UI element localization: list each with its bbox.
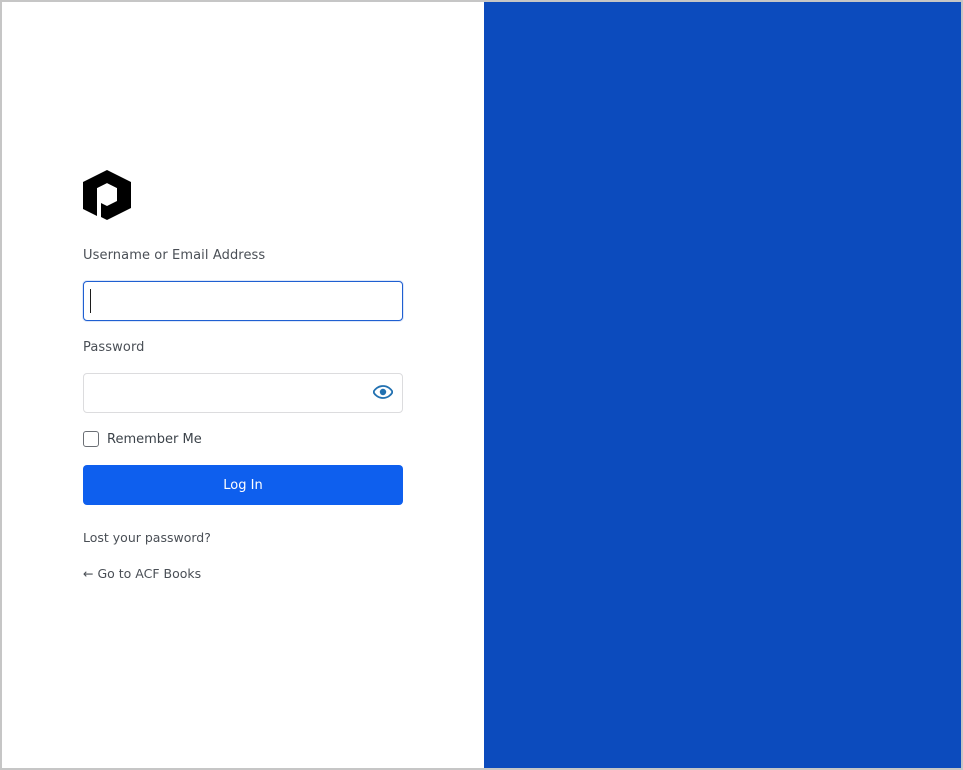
login-panel: Username or Email Address Password Remem… (2, 2, 484, 768)
remember-me-checkbox[interactable] (83, 431, 99, 447)
password-label: Password (83, 340, 145, 355)
back-to-site-link[interactable]: ← Go to ACF Books (83, 566, 201, 581)
password-input[interactable] (83, 373, 403, 413)
show-password-button[interactable] (371, 383, 395, 403)
login-window: Username or Email Address Password Remem… (0, 0, 963, 770)
lost-password-link[interactable]: Lost your password? (83, 530, 211, 545)
remember-me-label[interactable]: Remember Me (107, 432, 202, 447)
text-caret (90, 289, 91, 313)
remember-me-row: Remember Me (83, 431, 202, 447)
eye-icon (372, 384, 394, 403)
brand-color-panel (484, 2, 961, 768)
username-input[interactable] (83, 281, 403, 321)
log-in-button[interactable]: Log In (83, 465, 403, 505)
username-label: Username or Email Address (83, 248, 266, 263)
cube-logo-icon (83, 170, 131, 220)
